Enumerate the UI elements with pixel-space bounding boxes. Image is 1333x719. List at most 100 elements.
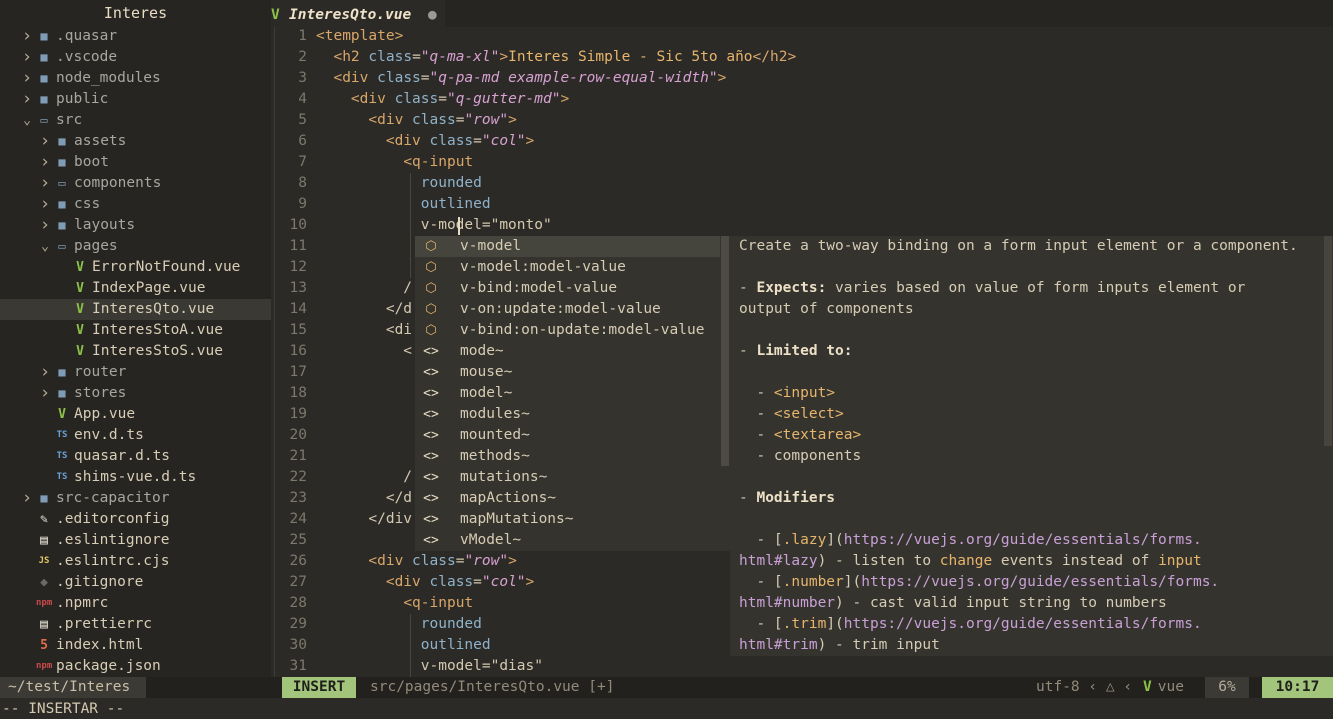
- code-line[interactable]: </d: [316, 488, 412, 509]
- tree-item[interactable]: › ■ src-capacitor: [0, 488, 271, 509]
- code-line[interactable]: <q-input: [316, 593, 473, 614]
- completion-item[interactable]: ⬡ v-model: [415, 236, 720, 257]
- chevron-right-icon[interactable]: ›: [38, 362, 52, 383]
- code-line[interactable]: <div class="q-pa-md example-row-equal-wi…: [316, 68, 726, 89]
- completion-item[interactable]: <> vModel~: [415, 530, 720, 551]
- chevron-right-icon[interactable]: ›: [20, 47, 34, 68]
- tree-item[interactable]: JS .eslintrc.cjs: [0, 551, 271, 572]
- completion-label: vModel~: [460, 532, 522, 548]
- chevron-right-icon[interactable]: ›: [38, 194, 52, 215]
- folder-icon: ▭: [58, 176, 66, 190]
- completion-item[interactable]: ⬡ v-on:update:model-value: [415, 299, 720, 320]
- code-line[interactable]: v-model="dias": [316, 656, 543, 677]
- encoding-indicator: utf-8 ‹ △ ‹: [1036, 679, 1133, 695]
- tree-item[interactable]: › ▭ components: [0, 173, 271, 194]
- code-line[interactable]: v-model="monto": [316, 215, 552, 236]
- completion-item[interactable]: <> mapActions~: [415, 488, 720, 509]
- code-line[interactable]: outlined: [316, 635, 491, 656]
- code-line[interactable]: rounded: [316, 614, 482, 635]
- completion-menu[interactable]: ⬡ v-model ⬡ v-model:model-value ⬡ v-bind:mode…: [415, 236, 730, 551]
- tree-item[interactable]: TS env.d.ts: [0, 425, 271, 446]
- completion-scrollbar[interactable]: [721, 236, 729, 466]
- tree-item[interactable]: ✎ .editorconfig: [0, 509, 271, 530]
- chevron-right-icon[interactable]: ›: [20, 89, 34, 110]
- tree-item[interactable]: TS shims-vue.d.ts: [0, 467, 271, 488]
- chevron-down-icon[interactable]: ⌄: [20, 110, 34, 131]
- code-line[interactable]: /: [316, 278, 412, 299]
- vue-icon: V: [1143, 679, 1152, 695]
- tree-item[interactable]: V ErrorNotFound.vue: [0, 257, 271, 278]
- code-line[interactable]: <div class="col">: [316, 572, 534, 593]
- chevron-right-icon[interactable]: ›: [38, 215, 52, 236]
- code-line[interactable]: outlined: [316, 194, 491, 215]
- completion-item[interactable]: ⬡ v-model:model-value: [415, 257, 720, 278]
- tree-item[interactable]: ⌄ ▭ pages: [0, 236, 271, 257]
- completion-item[interactable]: <> mouse~: [415, 362, 720, 383]
- code-line[interactable]: <div class="row">: [316, 551, 516, 572]
- doc-line: - <input>: [739, 385, 836, 401]
- tree-item[interactable]: › ■ node_modules: [0, 68, 271, 89]
- completion-item[interactable]: <> mode~: [415, 341, 720, 362]
- tree-item[interactable]: › ■ stores: [0, 383, 271, 404]
- tree-item[interactable]: › ■ css: [0, 194, 271, 215]
- tree-item[interactable]: › ■ layouts: [0, 215, 271, 236]
- doc-line: - <select>: [739, 406, 844, 422]
- tree-item-label: .prettierrc: [56, 616, 153, 632]
- tree-item[interactable]: TS quasar.d.ts: [0, 446, 271, 467]
- code-line[interactable]: <h2 class="q-ma-xl">Interes Simple - Sic…: [316, 47, 796, 68]
- tree-item[interactable]: V IndexPage.vue: [0, 278, 271, 299]
- chevron-right-icon[interactable]: ›: [38, 152, 52, 173]
- completion-item[interactable]: <> methods~: [415, 446, 720, 467]
- completion-item[interactable]: ⬡ v-bind:model-value: [415, 278, 720, 299]
- completion-item[interactable]: <> mapMutations~: [415, 509, 720, 530]
- chevron-right-icon[interactable]: ›: [38, 173, 52, 194]
- code-line[interactable]: rounded: [316, 173, 482, 194]
- code-line[interactable]: <div class="col">: [316, 131, 534, 152]
- code-line[interactable]: /: [316, 467, 412, 488]
- tree-item[interactable]: npm package.json: [0, 656, 271, 677]
- chevron-right-icon[interactable]: ›: [20, 488, 34, 509]
- tree-item[interactable]: 5 index.html: [0, 635, 271, 656]
- code-line[interactable]: <q-input: [316, 152, 473, 173]
- tree-item[interactable]: › ■ assets: [0, 131, 271, 152]
- typescript-file-icon: TS: [56, 472, 68, 482]
- tree-item[interactable]: ◆ .gitignore: [0, 572, 271, 593]
- completion-item[interactable]: ⬡ v-bind:on-update:model-value: [415, 320, 720, 341]
- chevron-right-icon[interactable]: ›: [38, 383, 52, 404]
- tree-item[interactable]: › ■ .quasar: [0, 26, 271, 47]
- tree-item[interactable]: › ■ public: [0, 89, 271, 110]
- documentation-scrollbar[interactable]: [1324, 236, 1332, 446]
- property-icon: ⬡: [425, 323, 437, 338]
- code-line[interactable]: <div class="q-gutter-md">: [316, 89, 569, 110]
- chevron-down-icon[interactable]: ⌄: [38, 236, 52, 257]
- tree-item[interactable]: npm .npmrc: [0, 593, 271, 614]
- tree-item[interactable]: V InteresStoS.vue: [0, 341, 271, 362]
- completion-item[interactable]: <> mounted~: [415, 425, 720, 446]
- completion-item[interactable]: <> model~: [415, 383, 720, 404]
- code-line[interactable]: </d: [316, 299, 412, 320]
- tree-item[interactable]: › ■ .vscode: [0, 47, 271, 68]
- chevron-right-icon[interactable]: ›: [38, 131, 52, 152]
- chevron-right-icon[interactable]: ›: [20, 68, 34, 89]
- tab-interesqto[interactable]: V InteresQto.vue ●: [271, 0, 445, 27]
- tree-item[interactable]: V App.vue: [0, 404, 271, 425]
- tree-item[interactable]: ⌄ ▭ src: [0, 110, 271, 131]
- completion-item[interactable]: <> mutations~: [415, 467, 720, 488]
- code-line[interactable]: <div class="row">: [316, 110, 516, 131]
- code-line[interactable]: <template>: [316, 26, 403, 47]
- tree-item[interactable]: ▤ .prettierrc: [0, 614, 271, 635]
- code-line[interactable]: </div: [316, 509, 412, 530]
- completion-item[interactable]: <> modules~: [415, 404, 720, 425]
- folder-icon: ■: [58, 365, 66, 379]
- code-line[interactable]: <: [316, 341, 412, 362]
- line-number: 1: [298, 28, 307, 44]
- command-line[interactable]: -- INSERTAR --: [2, 699, 124, 719]
- code-line[interactable]: <di: [316, 320, 412, 341]
- tree-item-label: .eslintignore: [56, 532, 170, 548]
- chevron-right-icon[interactable]: ›: [20, 26, 34, 47]
- tree-item[interactable]: V InteresStoA.vue: [0, 320, 271, 341]
- tree-item[interactable]: › ■ router: [0, 362, 271, 383]
- tree-item[interactable]: V InteresQto.vue: [0, 299, 271, 320]
- tree-item[interactable]: ▤ .eslintignore: [0, 530, 271, 551]
- tree-item[interactable]: › ■ boot: [0, 152, 271, 173]
